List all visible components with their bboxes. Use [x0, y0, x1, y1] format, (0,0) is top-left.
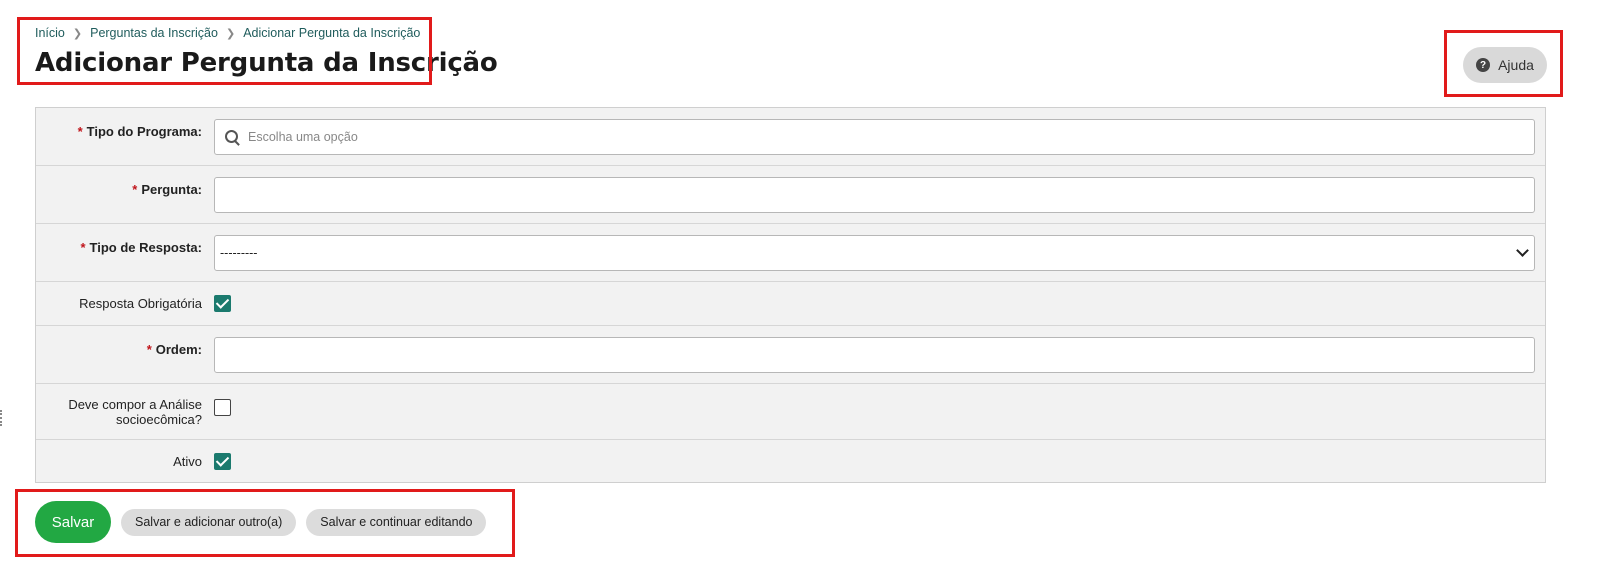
label-analise: Deve compor a Análise socioecômica? — [68, 396, 202, 427]
label-ativo: Ativo — [173, 453, 202, 469]
row-ordem: * Ordem: — [36, 326, 1545, 384]
chevron-down-icon — [1516, 244, 1529, 257]
row-resposta-obrigatoria: Resposta Obrigatória — [36, 282, 1545, 326]
resize-handle — [0, 410, 5, 426]
search-icon — [225, 130, 238, 143]
breadcrumb-current[interactable]: Adicionar Pergunta da Inscrição — [243, 26, 420, 40]
form-actions: Salvar Salvar e adicionar outro(a) Salva… — [35, 501, 487, 543]
pergunta-input[interactable] — [214, 176, 1535, 213]
breadcrumb-perguntas[interactable]: Perguntas da Inscrição — [90, 26, 218, 40]
resposta-obrigatoria-checkbox[interactable] — [214, 295, 231, 312]
label-tipo-programa: * Tipo do Programa: — [77, 124, 202, 139]
chevron-right-icon: ❯ — [225, 27, 236, 40]
chevron-right-icon: ❯ — [72, 27, 83, 40]
label-resposta-obrigatoria: Resposta Obrigatória — [79, 296, 202, 311]
row-tipo-programa: * Tipo do Programa: Escolha uma opção — [36, 108, 1545, 166]
tipo-resposta-selected: --------- — [220, 245, 258, 260]
help-button[interactable]: ? Ajuda — [1463, 47, 1547, 83]
save-continue-editing-button[interactable]: Salvar e continuar editando — [306, 508, 487, 536]
ativo-checkbox[interactable] — [214, 452, 231, 470]
tipo-programa-placeholder: Escolha uma opção — [248, 129, 358, 144]
label-ordem: * Ordem: — [146, 342, 202, 357]
row-tipo-resposta: * Tipo de Resposta: --------- — [36, 224, 1545, 282]
label-pergunta: * Pergunta: — [132, 182, 202, 197]
save-add-another-button[interactable]: Salvar e adicionar outro(a) — [121, 508, 297, 536]
tipo-programa-select[interactable]: Escolha uma opção — [214, 118, 1535, 155]
save-button[interactable]: Salvar — [35, 501, 111, 543]
breadcrumb: Início ❯ Perguntas da Inscrição ❯ Adicio… — [35, 26, 420, 40]
tipo-resposta-select[interactable]: --------- — [214, 234, 1535, 271]
row-pergunta: * Pergunta: — [36, 166, 1545, 224]
analise-checkbox[interactable] — [214, 399, 231, 416]
row-analise: Deve compor a Análise socioecômica? — [36, 384, 1545, 440]
page-title: Adicionar Pergunta da Inscrição — [35, 48, 498, 78]
label-tipo-resposta: * Tipo de Resposta: — [80, 240, 202, 255]
row-ativo: Ativo — [36, 440, 1545, 482]
question-icon: ? — [1476, 58, 1491, 72]
breadcrumb-inicio[interactable]: Início — [35, 26, 65, 40]
question-form: * Tipo do Programa: Escolha uma opção * Pe… — [35, 107, 1546, 483]
ordem-input[interactable] — [214, 336, 1535, 373]
help-button-label: Ajuda — [1498, 57, 1534, 73]
